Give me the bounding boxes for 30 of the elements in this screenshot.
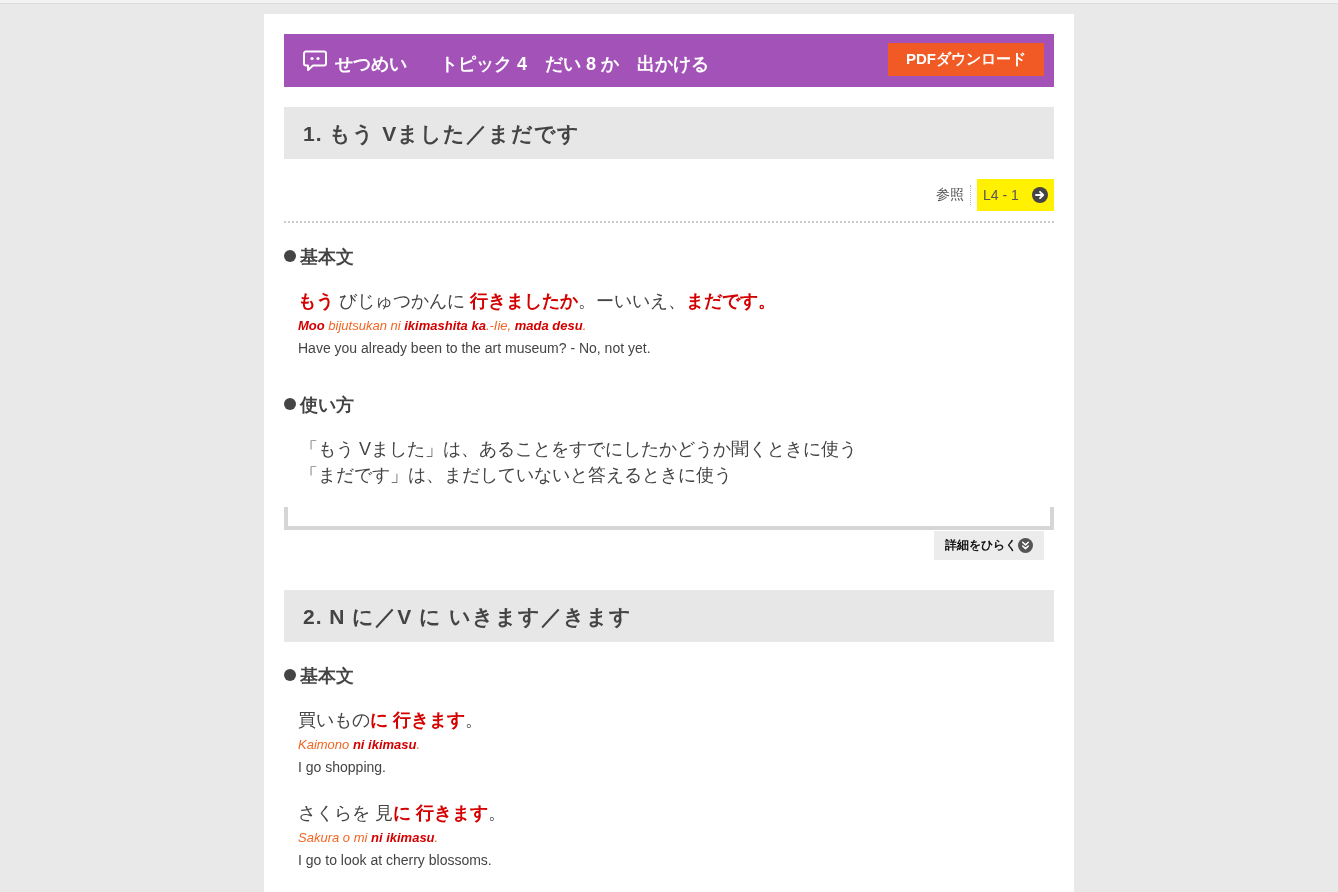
lesson-heading: だい 8 か: [545, 53, 620, 76]
lesson-heading: トピック 4: [440, 53, 527, 76]
block-heading: 基本文: [300, 665, 354, 688]
english-translation: I go to look at cherry blossoms.: [298, 851, 493, 870]
reference-label: 参照: [936, 186, 964, 204]
bullet-icon: [284, 398, 296, 410]
open-details-button[interactable]: 詳細をひらく: [934, 531, 1044, 560]
arrow-right-circle-icon: [1032, 187, 1048, 203]
bullet-icon: [284, 669, 296, 681]
section-heading: 2. N に／V に いきます／きます: [284, 590, 1054, 642]
romaji-sentence: Moo bijutsukan ni ikimashita ka.-Iie, mada desu.: [298, 317, 588, 335]
japanese-sentence: さくらを 見に 行きます。: [298, 802, 508, 825]
japanese-sentence: 買いものに 行きます。: [298, 709, 484, 732]
english-translation: I go shopping.: [298, 758, 387, 777]
section-heading: 1. もう Vました／まだです: [284, 107, 1054, 159]
usage-text: 「もう Vました」は、あることをすでにしたかどうか聞くときに使う: [300, 438, 858, 461]
header-title: せつめい: [335, 53, 407, 76]
double-chevron-down-icon: [1018, 538, 1033, 553]
lesson-heading: 出かける: [637, 53, 710, 76]
english-translation: Have you already been to the art museum? - No, not yet.: [298, 339, 652, 358]
romaji-sentence: Kaimono ni ikimasu.: [298, 736, 422, 754]
bullet-icon: [284, 250, 296, 262]
usage-text: 「まだです」は、まだしていないと答えるときに使う: [300, 464, 733, 487]
japanese-sentence: もう びじゅつかんに 行きましたか。ーいいえ、まだです。: [298, 290, 777, 313]
romaji-sentence: Sakura o mi ni ikimasu.: [298, 829, 440, 847]
pdf-download-button[interactable]: PDFダウンロード: [888, 43, 1044, 76]
reference-link[interactable]: L4 - 1: [977, 179, 1054, 211]
block-heading: 使い方: [300, 394, 354, 417]
block-heading: 基本文: [300, 246, 354, 269]
speech-bubble-icon: [303, 50, 327, 72]
